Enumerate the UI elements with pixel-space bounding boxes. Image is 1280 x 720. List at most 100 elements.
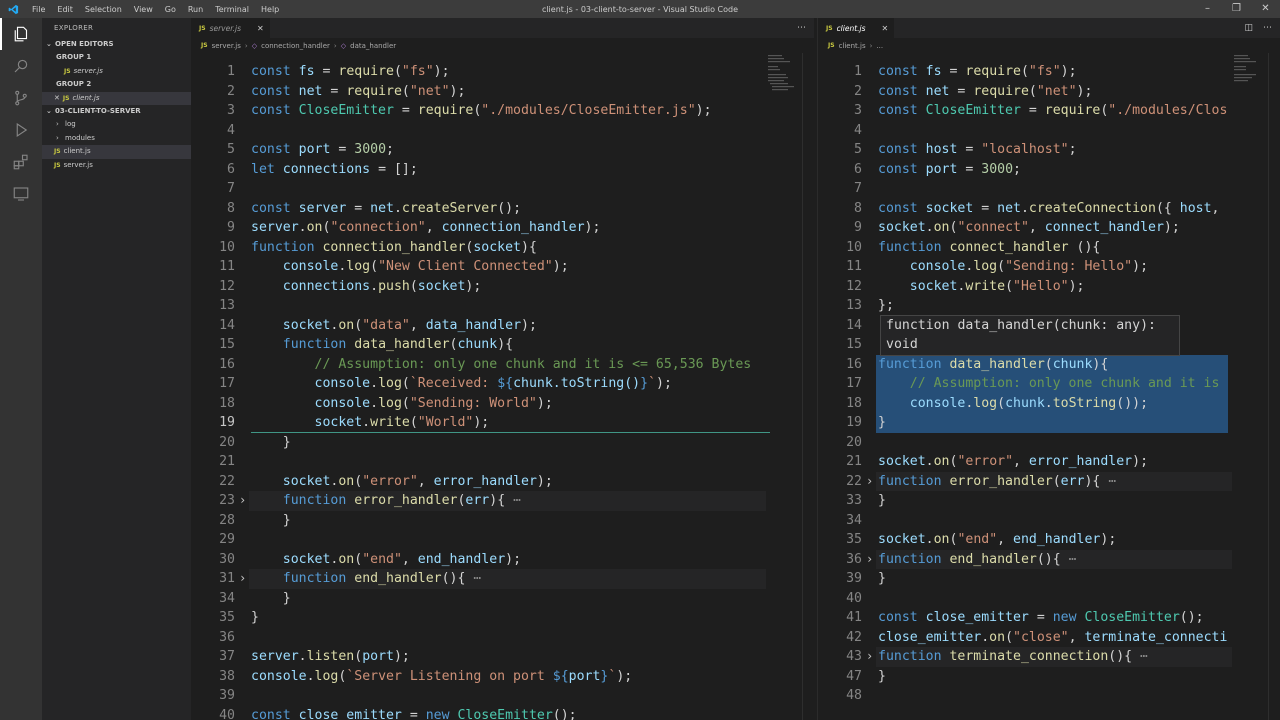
code-line[interactable]: // Assumption: only one chunk and it is …	[251, 355, 752, 375]
code-line[interactable]: function error_handler(err){ ⋯	[251, 491, 521, 511]
open-editor-client-js[interactable]: ✕ JS client.js	[42, 91, 191, 106]
vertical-scrollbar[interactable]	[1268, 53, 1280, 720]
code-line[interactable]: server.listen(port);	[251, 647, 410, 667]
source-control-icon[interactable]	[0, 82, 42, 114]
code-line[interactable]: socket.write("World");	[251, 413, 490, 433]
breadcrumb-item[interactable]: data_handler	[350, 42, 396, 50]
code-line[interactable]: console.log(`Received: ${chunk.toString(…	[251, 374, 672, 394]
code-line[interactable]: const server = net.createServer();	[251, 199, 521, 219]
group1-label[interactable]: GROUP 1	[42, 51, 191, 65]
minimap[interactable]	[768, 53, 796, 93]
code-line[interactable]: function error_handler(err){ ⋯	[878, 472, 1116, 492]
search-icon[interactable]	[0, 50, 42, 82]
extensions-icon[interactable]	[0, 146, 42, 178]
code-line[interactable]: socket.write("Hello");	[878, 277, 1085, 297]
code-line[interactable]: const net = require("net");	[878, 82, 1092, 102]
code-line[interactable]: }	[251, 511, 291, 531]
menu-terminal[interactable]: Terminal	[209, 5, 255, 14]
code-line[interactable]: const CloseEmitter = require("./modules/…	[251, 101, 712, 121]
code-line[interactable]: socket.on("end", end_handler);	[251, 550, 521, 570]
code-line[interactable]: console.log(chunk.toString());	[878, 394, 1148, 414]
code-line[interactable]: const fs = require("fs");	[878, 62, 1077, 82]
code-line[interactable]: // Assumption: only one chunk and it is	[878, 374, 1220, 394]
tab-server-js[interactable]: JS server.js ✕	[191, 18, 270, 38]
tree-folder-modules[interactable]: › modules	[42, 132, 191, 146]
code-line[interactable]: }	[878, 569, 886, 589]
code-line[interactable]: function connection_handler(socket){	[251, 238, 537, 258]
code-area[interactable]: 1 const fs = require("fs"); 2 const net = r…	[818, 53, 1280, 720]
code-line[interactable]: const socket = net.createConnection({ ho…	[878, 199, 1220, 219]
close-icon[interactable]: ✕	[257, 24, 264, 33]
code-line[interactable]: console.log("Sending: Hello");	[878, 257, 1148, 277]
tree-folder-log[interactable]: › log	[42, 118, 191, 132]
code-line[interactable]: socket.on("connect", connect_handler);	[878, 218, 1180, 238]
code-line[interactable]: connections.push(socket);	[251, 277, 482, 297]
code-line[interactable]: };	[878, 296, 894, 316]
tab-client-js[interactable]: JS client.js ✕	[818, 18, 895, 38]
remote-explorer-icon[interactable]	[0, 178, 42, 210]
vertical-scrollbar[interactable]	[802, 53, 814, 720]
code-line[interactable]: }	[878, 413, 886, 433]
code-line[interactable]: function end_handler(){ ⋯	[878, 550, 1077, 570]
split-editor-icon[interactable]: ◫	[1244, 23, 1253, 33]
code-line[interactable]: const net = require("net");	[251, 82, 465, 102]
code-line[interactable]: const close_emitter = new CloseEmitter()…	[878, 608, 1204, 628]
fold-chevron-icon[interactable]: ›	[866, 552, 873, 566]
code-line[interactable]: function connect_handler (){	[878, 238, 1100, 258]
fold-chevron-icon[interactable]: ›	[866, 649, 873, 663]
menu-view[interactable]: View	[128, 5, 159, 14]
code-line[interactable]: }	[878, 667, 886, 687]
menu-selection[interactable]: Selection	[79, 5, 128, 14]
restore-icon[interactable]: ❐	[1222, 0, 1251, 18]
menu-edit[interactable]: Edit	[51, 5, 79, 14]
close-icon[interactable]: ✕	[54, 92, 60, 106]
code-line[interactable]: }	[251, 433, 291, 453]
code-line[interactable]: console.log("New Client Connected");	[251, 257, 569, 277]
fold-chevron-icon[interactable]: ›	[866, 474, 873, 488]
code-line[interactable]: close_emitter.on("close", terminate_conn…	[878, 628, 1227, 648]
minimap[interactable]	[1234, 53, 1262, 93]
code-line[interactable]: const fs = require("fs");	[251, 62, 450, 82]
breadcrumb-item[interactable]: client.js	[839, 42, 866, 50]
open-editors-section[interactable]: ⌄ OPEN EDITORS	[42, 38, 191, 51]
code-line[interactable]: }	[251, 608, 259, 628]
menu-file[interactable]: File	[26, 5, 51, 14]
code-line[interactable]: console.log("Sending: World");	[251, 394, 553, 414]
more-actions-icon[interactable]: ⋯	[1263, 23, 1272, 33]
project-section[interactable]: ⌄ 03-CLIENT-TO-SERVER	[42, 105, 191, 118]
fold-chevron-icon[interactable]: ›	[239, 571, 246, 585]
run-debug-icon[interactable]	[0, 114, 42, 146]
code-line[interactable]: const close_emitter = new CloseEmitter()…	[251, 706, 577, 720]
open-editor-server-js[interactable]: JS server.js	[42, 65, 191, 79]
code-line[interactable]: }	[878, 491, 886, 511]
code-line[interactable]: socket.on("error", error_handler);	[878, 452, 1148, 472]
code-line[interactable]: const port = 3000;	[251, 140, 394, 160]
more-actions-icon[interactable]: ⋯	[797, 23, 806, 33]
code-line[interactable]: function terminate_connection(){ ⋯	[878, 647, 1148, 667]
code-line[interactable]: socket.on("end", end_handler);	[878, 530, 1116, 550]
breadcrumb-item[interactable]: ...	[876, 42, 883, 50]
code-line[interactable]: server.on("connection", connection_handl…	[251, 218, 600, 238]
code-line[interactable]: const CloseEmitter = require("./modules/…	[878, 101, 1227, 121]
menu-run[interactable]: Run	[182, 5, 209, 14]
menu-go[interactable]: Go	[159, 5, 182, 14]
tree-file-server-js[interactable]: JS server.js	[42, 159, 191, 173]
fold-chevron-icon[interactable]: ›	[239, 493, 246, 507]
breadcrumb-item[interactable]: connection_handler	[261, 42, 330, 50]
code-line[interactable]: socket.on("error", error_handler);	[251, 472, 553, 492]
code-line[interactable]: const port = 3000;	[878, 160, 1021, 180]
code-line[interactable]: console.log(`Server Listening on port ${…	[251, 667, 632, 687]
close-window-icon[interactable]: ✕	[1251, 0, 1280, 18]
code-line[interactable]: }	[251, 589, 291, 609]
explorer-icon[interactable]	[0, 18, 42, 50]
tree-file-client-js[interactable]: JS client.js	[42, 145, 191, 159]
code-area[interactable]: 1 const fs = require("fs"); 2 const net = r…	[191, 53, 814, 720]
menu-help[interactable]: Help	[255, 5, 285, 14]
code-line[interactable]: function data_handler(chunk){	[251, 335, 513, 355]
group2-label[interactable]: GROUP 2	[42, 78, 191, 92]
code-line[interactable]: function end_handler(){ ⋯	[251, 569, 482, 589]
code-line[interactable]: let connections = [];	[251, 160, 418, 180]
code-line[interactable]: function data_handler(chunk){	[878, 355, 1108, 375]
code-line[interactable]: socket.on("data", data_handler);	[251, 316, 537, 336]
code-line[interactable]: const host = "localhost";	[878, 140, 1077, 160]
